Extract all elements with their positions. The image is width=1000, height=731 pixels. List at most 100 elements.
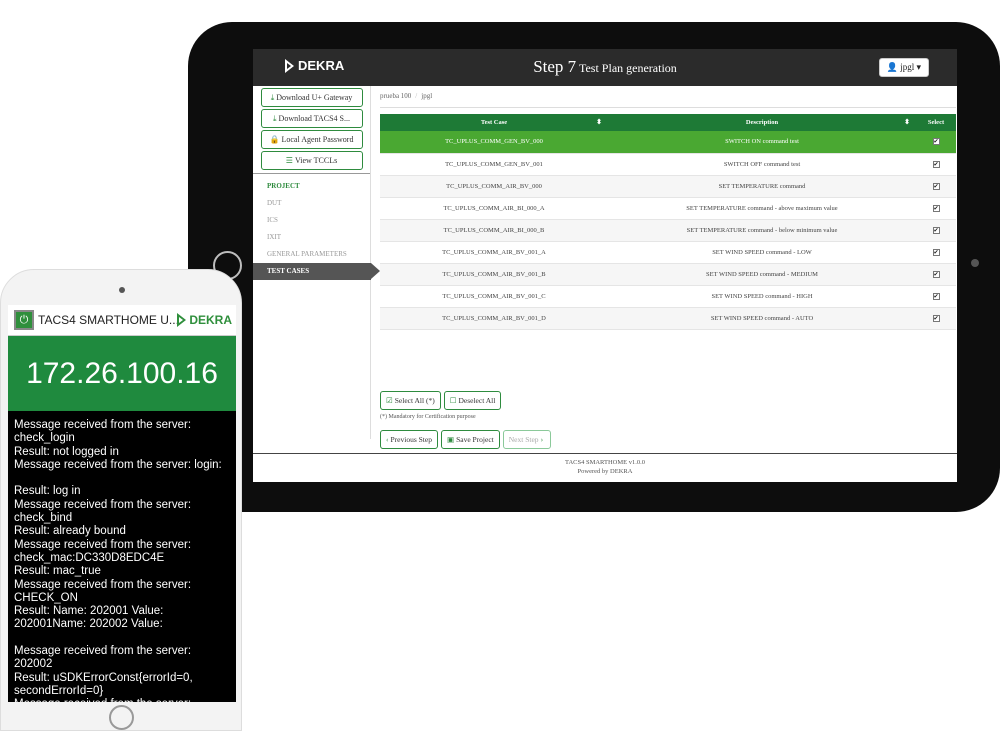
- test-case-id: TC_UPLUS_COMM_AIR_BV_001_C: [380, 285, 608, 308]
- row-checkbox[interactable]: ✔: [932, 182, 940, 190]
- test-case-id: TC_UPLUS_COMM_AIR_BV_000: [380, 175, 608, 198]
- message-log: Message received from the server: check_l…: [8, 411, 236, 702]
- test-cases-table: Test Case ⬍ Description ⬍ Select TC_UPLUS_…: [380, 114, 956, 330]
- list-icon: ☰: [285, 156, 293, 165]
- table-header-row: Test Case ⬍ Description ⬍ Select: [380, 114, 956, 131]
- test-case-description: SET WIND SPEED command - HIGH: [608, 285, 916, 308]
- table-row[interactable]: TC_UPLUS_COMM_GEN_BV_000 SWITCH ON comma…: [380, 131, 956, 154]
- sidebar-section-project[interactable]: PROJECT: [253, 178, 370, 195]
- footer-powered-by: Powered by DEKRA: [577, 468, 633, 475]
- app-header: ⏻ TACS4 SMARTHOME U... DEKRA: [8, 305, 236, 336]
- row-checkbox[interactable]: ✔: [932, 138, 940, 146]
- test-case-id: TC_UPLUS_COMM_AIR_BV_001_A: [380, 241, 608, 264]
- sidebar: ⤓ Download U+ Gateway ⤓ Download TACS4 S..…: [253, 86, 380, 439]
- main-content: prueba 100 /jpgl Test Case ⬍ Description ⬍ …: [371, 86, 957, 449]
- page-title: Step 7 Test Plan generation: [253, 57, 957, 77]
- test-case-id: TC_UPLUS_COMM_GEN_BV_001: [380, 153, 608, 176]
- test-case-id: TC_UPLUS_COMM_AIR_BI_000_A: [380, 197, 608, 220]
- user-icon: 👤: [886, 62, 898, 72]
- row-checkbox[interactable]: ✔: [932, 204, 940, 212]
- table-row[interactable]: TC_UPLUS_COMM_AIR_BV_001_A SET WIND SPEE…: [380, 241, 956, 264]
- log-line: Result: log in: [14, 485, 81, 498]
- table-row[interactable]: TC_UPLUS_COMM_AIR_BV_001_B SET WIND SPEE…: [380, 263, 956, 286]
- row-checkbox[interactable]: ✔: [932, 292, 940, 300]
- phone-home-button[interactable]: [109, 705, 134, 730]
- ip-address-display: 172.26.100.16: [8, 336, 236, 411]
- save-icon: ▣: [446, 435, 455, 444]
- brand-text: DEKRA: [189, 313, 232, 327]
- download-icon: ⤓: [270, 93, 275, 102]
- log-line: Message received from the server: 202002: [14, 645, 192, 671]
- select-cell: ✔: [916, 307, 956, 330]
- row-checkbox[interactable]: ✔: [932, 160, 940, 168]
- log-line: CHECK_ON: [14, 591, 78, 604]
- row-checkbox[interactable]: ✔: [932, 248, 940, 256]
- view-tccls-button[interactable]: ☰ View TCCLs: [260, 151, 363, 170]
- top-navbar: DEKRA Step 7 Test Plan generation 👤 jpgl…: [253, 49, 957, 86]
- lock-icon: 🔒: [269, 135, 280, 144]
- sidebar-item-general-parameters[interactable]: GENERAL PARAMETERS: [253, 246, 370, 263]
- button-label: Previous Step: [390, 435, 432, 444]
- button-label: Next Step: [508, 435, 539, 444]
- square-icon: ☐: [449, 396, 457, 405]
- phone-device: ⏻ TACS4 SMARTHOME U... DEKRA 172.26.100.…: [0, 269, 242, 731]
- download-gateway-button[interactable]: ⤓ Download U+ Gateway: [260, 88, 363, 107]
- deselect-all-button[interactable]: ☐ Deselect All: [443, 391, 502, 410]
- log-line: Result: not logged in: [14, 445, 119, 458]
- table-row[interactable]: TC_UPLUS_COMM_GEN_BV_001 SWITCH OFF comm…: [380, 153, 956, 176]
- select-cell: ✔: [916, 263, 956, 286]
- user-menu-button[interactable]: 👤 jpgl ▾: [878, 58, 929, 77]
- chevron-left-icon: ‹: [386, 435, 389, 444]
- row-checkbox[interactable]: ✔: [932, 314, 940, 322]
- table-row[interactable]: TC_UPLUS_COMM_AIR_BV_001_C SET WIND SPEE…: [380, 285, 956, 308]
- select-cell: ✔: [916, 153, 956, 176]
- column-header-select: Select: [916, 114, 956, 131]
- sidebar-item-ics[interactable]: ICS: [253, 212, 370, 229]
- test-case-description: SET WIND SPEED command - AUTO: [608, 307, 916, 330]
- column-header-description[interactable]: Description ⬍: [608, 114, 916, 131]
- download-icon: ⤓: [273, 114, 277, 123]
- log-line: secondErrorId=0}: [14, 684, 104, 697]
- table-row[interactable]: TC_UPLUS_COMM_AIR_BV_001_D SET WIND SPEE…: [380, 307, 956, 330]
- breadcrumb-user[interactable]: jpgl: [421, 92, 432, 100]
- button-label: Deselect All: [458, 396, 496, 405]
- test-case-description: SET TEMPERATURE command - below minimum …: [608, 219, 916, 242]
- local-agent-password-button[interactable]: 🔒 Local Agent Password: [260, 130, 363, 149]
- row-checkbox[interactable]: ✔: [932, 226, 940, 234]
- select-all-button[interactable]: ☑ Select All (*): [380, 391, 441, 410]
- table-row[interactable]: TC_UPLUS_COMM_AIR_BV_000 SET TEMPERATURE…: [380, 175, 956, 198]
- test-case-description: SWITCH OFF command test: [608, 153, 916, 176]
- sidebar-item-dut[interactable]: DUT: [253, 195, 370, 212]
- chevron-right-icon: ›: [540, 435, 544, 444]
- log-line: check_login: [14, 432, 75, 445]
- row-checkbox[interactable]: ✔: [932, 270, 940, 278]
- tablet-screen: DEKRA Step 7 Test Plan generation 👤 jpgl…: [253, 49, 957, 482]
- tablet-camera: [971, 259, 979, 267]
- previous-step-button[interactable]: ‹ Previous Step: [380, 430, 438, 449]
- save-project-button[interactable]: ▣ Save Project: [440, 430, 500, 449]
- select-cell: ✔: [916, 131, 956, 154]
- next-step-button[interactable]: Next Step ›: [502, 430, 552, 449]
- table-row[interactable]: TC_UPLUS_COMM_AIR_BI_000_B SET TEMPERATU…: [380, 219, 956, 242]
- step-number: Step 7: [533, 57, 577, 76]
- select-cell: ✔: [916, 285, 956, 308]
- test-case-description: SET TEMPERATURE command: [608, 175, 916, 198]
- log-line: check_bind: [14, 512, 73, 525]
- sidebar-item-test-cases[interactable]: TEST CASES: [253, 263, 380, 280]
- footer-version: TACS4 SMARTHOME v1.0.0: [565, 459, 645, 466]
- test-case-description: SET WIND SPEED command - LOW: [608, 241, 916, 264]
- sort-icon[interactable]: ⬍: [904, 118, 910, 126]
- breadcrumb-project[interactable]: prueba 100: [380, 92, 411, 100]
- test-case-description: SWITCH ON command test: [608, 131, 916, 154]
- sort-icon[interactable]: ⬍: [596, 118, 602, 126]
- column-header-test-case[interactable]: Test Case ⬍: [380, 114, 608, 131]
- sidebar-item-ixit[interactable]: IXIT: [253, 229, 370, 246]
- download-tacs4-button[interactable]: ⤓ Download TACS4 S...: [260, 109, 363, 128]
- test-case-description: SET TEMPERATURE command - above maximum …: [608, 197, 916, 220]
- test-case-id: TC_UPLUS_COMM_AIR_BI_000_B: [380, 219, 608, 242]
- button-label: View TCCLs: [294, 156, 338, 165]
- table-row[interactable]: TC_UPLUS_COMM_AIR_BI_000_A SET TEMPERATU…: [380, 197, 956, 220]
- button-label: Save Project: [456, 435, 494, 444]
- mandatory-note: (*) Mandatory for Certification purpose: [380, 414, 476, 420]
